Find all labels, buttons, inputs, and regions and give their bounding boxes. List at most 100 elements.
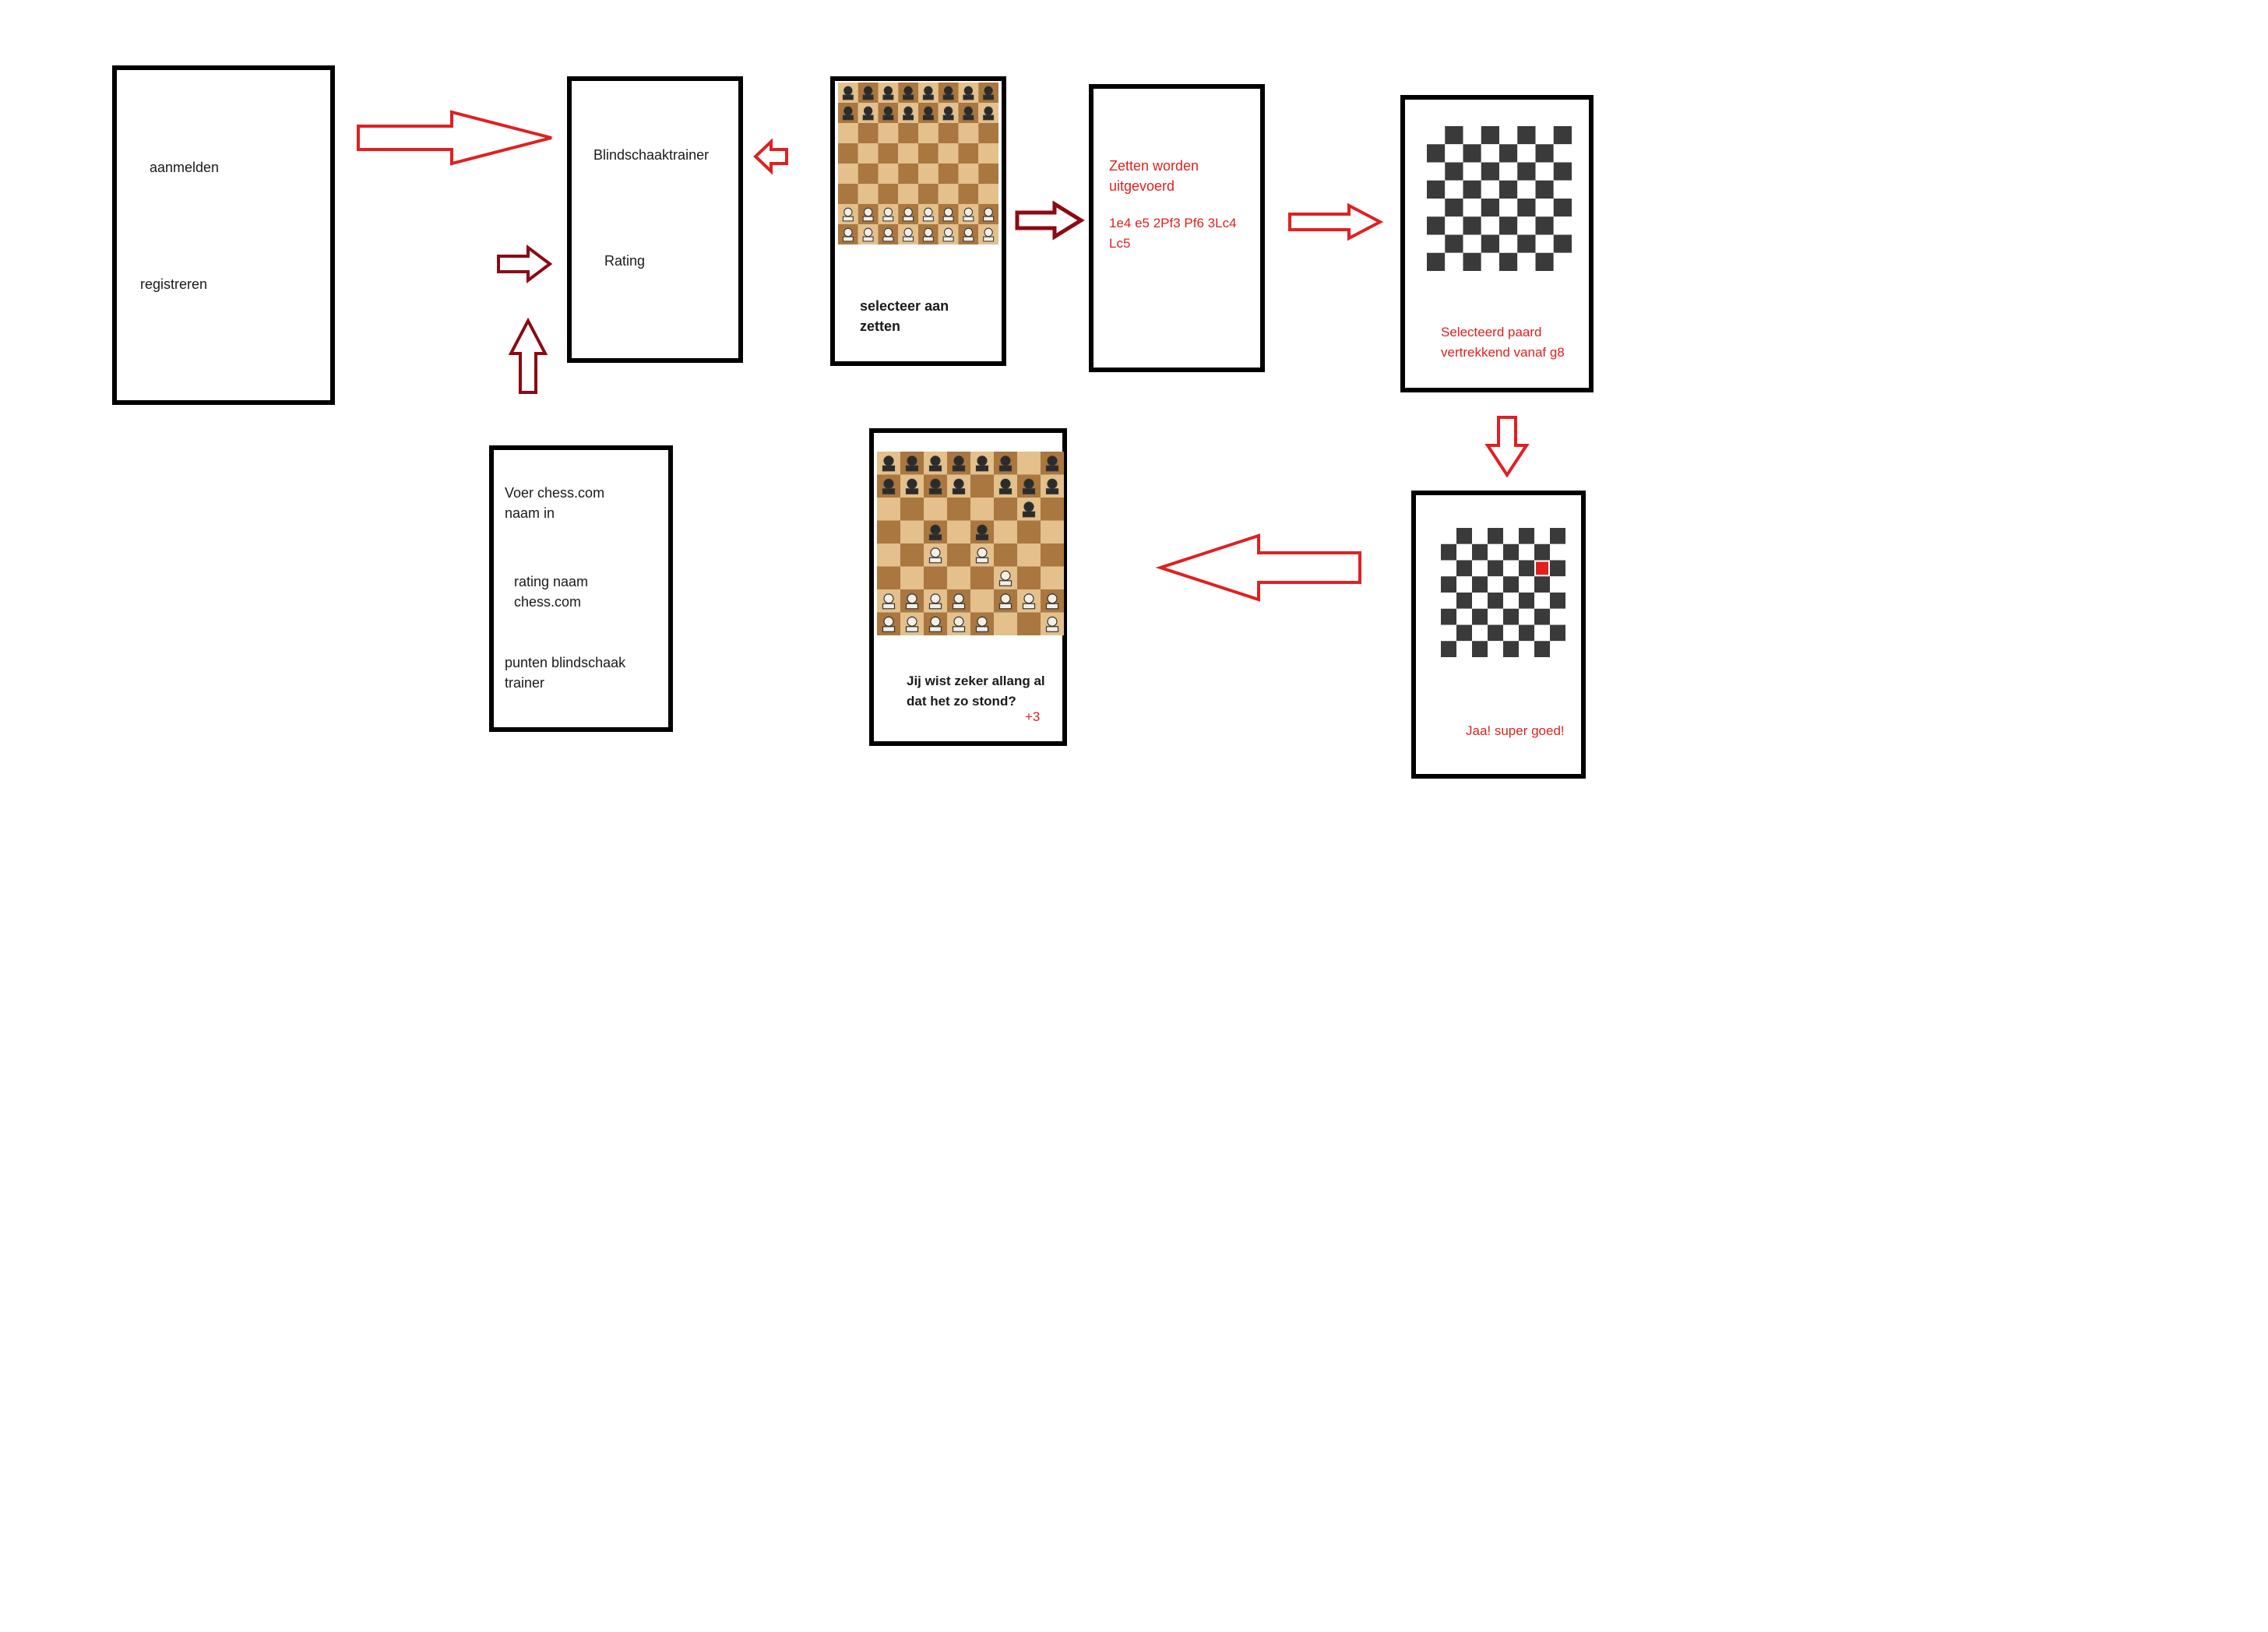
board-square	[1472, 543, 1488, 561]
board-square	[838, 123, 858, 143]
chess-piece	[942, 106, 954, 121]
chess-piece	[963, 86, 974, 100]
board-square	[1017, 543, 1041, 567]
board-square	[1427, 199, 1446, 217]
board-square	[900, 566, 924, 589]
chess-piece	[1045, 593, 1059, 610]
register-button[interactable]: registreren	[140, 274, 207, 294]
knight-selected-board[interactable]	[1441, 528, 1565, 657]
board-square	[918, 184, 939, 204]
chess-piece	[928, 455, 942, 472]
chess-piece	[1045, 616, 1059, 632]
board-square	[1441, 624, 1456, 642]
board-square	[1535, 199, 1554, 217]
board-square	[1017, 520, 1041, 543]
chess-piece	[928, 478, 942, 494]
board-square	[1481, 162, 1499, 181]
chesscom-rating-label: rating naam chess.com	[514, 574, 589, 610]
arrow-rating-up	[508, 317, 548, 394]
chess-piece	[983, 227, 995, 242]
board-square	[1456, 528, 1472, 544]
board-square	[1472, 608, 1488, 625]
board-square	[1534, 608, 1550, 625]
chess-piece	[975, 524, 989, 540]
board-square	[1550, 560, 1565, 577]
arrow-to-rating	[497, 244, 553, 283]
rating-button[interactable]: Rating	[604, 251, 645, 271]
chess-piece	[905, 455, 919, 472]
board-square	[898, 164, 918, 184]
board-square	[1427, 252, 1446, 271]
arrow-feedback-to-result	[1155, 533, 1361, 602]
board-square	[1488, 560, 1503, 577]
chess-piece	[842, 207, 854, 222]
board-square	[1550, 624, 1565, 642]
chesscom-name-prompt[interactable]: Voer chess.com naam in	[505, 483, 604, 523]
chess-piece	[998, 570, 1012, 586]
board-square	[994, 498, 1017, 521]
board-square	[1481, 234, 1499, 253]
board-square	[1499, 180, 1518, 199]
login-button[interactable]: aanmelden	[150, 157, 219, 178]
board-square	[938, 184, 959, 204]
board-square	[900, 498, 924, 521]
starting-position-board[interactable]	[838, 83, 998, 285]
board-square	[1519, 560, 1534, 577]
board-square	[898, 123, 918, 143]
board-square	[1481, 216, 1499, 235]
board-square	[1472, 624, 1488, 642]
board-square	[1517, 126, 1536, 145]
board-square	[1463, 252, 1481, 271]
board-square	[1553, 252, 1572, 271]
board-square	[1534, 624, 1550, 642]
board-square	[1534, 543, 1550, 561]
chess-piece	[922, 106, 934, 121]
board-square	[1519, 641, 1534, 657]
board-square	[938, 143, 959, 164]
board-square	[858, 143, 879, 164]
chess-piece	[998, 455, 1012, 472]
board-square	[877, 520, 900, 543]
board-square	[1519, 576, 1534, 593]
trainer-button[interactable]: Blindschaaktrainer	[593, 145, 709, 165]
board-square	[958, 184, 979, 204]
select-side-screen: selecteer aan zetten	[830, 76, 1006, 366]
board-square	[1427, 234, 1446, 253]
board-square	[1441, 560, 1456, 577]
board-square	[878, 123, 899, 143]
board-square	[1519, 608, 1534, 625]
feedback-screen: Jaa! super goed!	[1411, 491, 1586, 779]
board-square	[1517, 144, 1536, 163]
chess-piece	[928, 616, 942, 632]
chess-piece	[882, 593, 896, 610]
board-square	[1463, 126, 1481, 145]
board-square	[1427, 162, 1446, 181]
chess-piece	[882, 616, 896, 632]
board-square	[1041, 498, 1064, 521]
board-square	[1017, 566, 1041, 589]
chess-piece	[922, 227, 934, 242]
main-menu-screen: Blindschaaktrainer Rating	[567, 76, 743, 363]
blank-board[interactable]	[1427, 126, 1572, 271]
board-square	[838, 184, 858, 204]
board-square	[1499, 126, 1518, 145]
board-square	[1445, 180, 1463, 199]
chess-piece	[942, 227, 954, 242]
board-square	[1550, 528, 1565, 544]
board-square	[1463, 162, 1481, 181]
board-square	[1445, 216, 1463, 235]
board-square	[1534, 576, 1550, 593]
board-square	[1553, 199, 1572, 217]
board-square	[1488, 543, 1503, 561]
board-square	[1503, 576, 1519, 593]
board-square	[1517, 252, 1536, 271]
chess-piece	[842, 227, 854, 242]
board-square	[1445, 126, 1463, 145]
board-square	[1488, 528, 1503, 544]
chess-piece	[963, 227, 974, 242]
chess-piece	[1022, 501, 1036, 518]
board-square	[1535, 126, 1554, 145]
board-square	[947, 566, 970, 589]
result-message: Jij wist zeker allang al dat het zo ston…	[907, 674, 1045, 709]
feedback-message: Jaa! super goed!	[1466, 723, 1565, 738]
